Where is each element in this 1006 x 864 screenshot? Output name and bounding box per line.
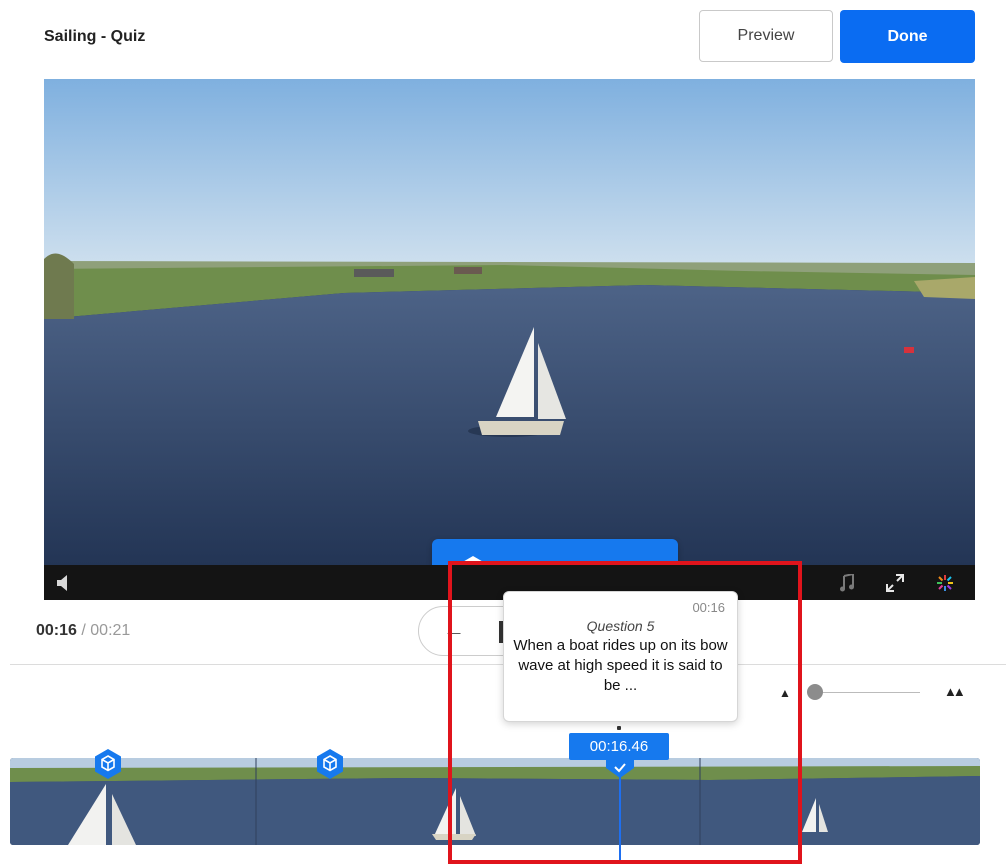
tooltip-pointer — [617, 726, 621, 730]
tooltip-time: 00:16 — [692, 600, 725, 615]
music-icon[interactable] — [838, 574, 856, 592]
video-player[interactable]: Add a Question — [44, 79, 975, 600]
playhead-time-label: 00:16.46 — [569, 733, 669, 760]
zoom-slider-handle[interactable] — [807, 684, 823, 700]
current-time: 00:16 — [36, 622, 77, 639]
fullscreen-icon[interactable] — [886, 574, 904, 592]
time-display: 00:16 / 00:21 — [36, 622, 130, 640]
preview-button[interactable]: Preview — [699, 10, 833, 62]
cube-icon — [95, 749, 121, 779]
filmstrip-thumbnails — [10, 758, 980, 845]
tooltip-question-title: Question 5 — [586, 618, 655, 634]
timeline-filmstrip[interactable] — [10, 758, 980, 845]
time-separator: / — [76, 622, 91, 639]
video-frame — [44, 79, 975, 565]
tooltip-question-text: When a boat rides up on its bow wave at … — [513, 637, 728, 694]
zoom-out-icon[interactable]: ▲ — [779, 686, 791, 700]
arrow-left-icon[interactable]: ← — [443, 617, 465, 643]
zoom-in-icon[interactable]: ▲▲ — [944, 684, 966, 699]
question-marker-2[interactable] — [315, 748, 345, 780]
cube-icon — [317, 749, 343, 779]
question-tooltip: 00:16 Question 5 When a boat rides up on… — [503, 591, 738, 722]
zoom-slider-track[interactable] — [808, 692, 920, 693]
total-time: 00:21 — [90, 622, 131, 639]
done-button[interactable]: Done — [840, 10, 975, 63]
question-marker-1[interactable] — [93, 748, 123, 780]
volume-icon[interactable] — [54, 574, 72, 592]
settings-icon[interactable] — [936, 574, 954, 592]
page-title: Sailing - Quiz — [44, 28, 146, 45]
playhead-handle[interactable] — [606, 758, 634, 778]
